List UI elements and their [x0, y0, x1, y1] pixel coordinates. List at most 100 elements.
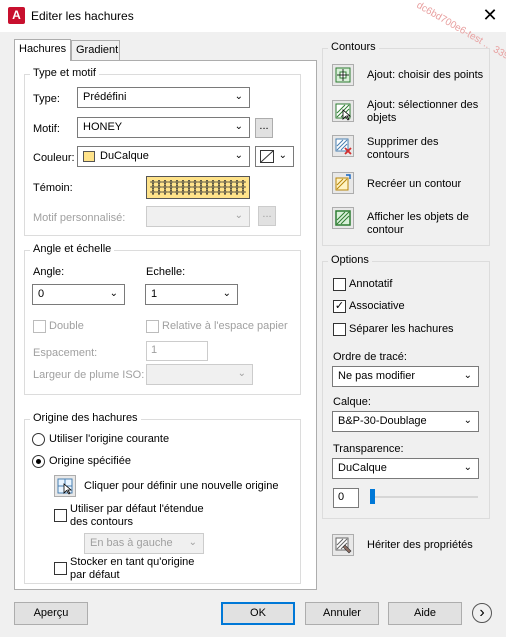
pattern-swatch[interactable]: [146, 176, 250, 199]
select-objects-icon: [335, 103, 352, 121]
ok-button[interactable]: OK: [221, 602, 295, 625]
annotatif-checkbox[interactable]: [333, 278, 346, 291]
ordre-value: Ne pas modifier: [338, 370, 416, 382]
motif-browse-button[interactable]: ...: [255, 118, 273, 138]
relative-checkbox[interactable]: [146, 320, 159, 333]
couleur-dropdown[interactable]: DuCalque ⌄: [77, 146, 250, 167]
tab-gradient[interactable]: Gradient: [71, 40, 120, 60]
echelle-dropdown[interactable]: 1 ⌄: [145, 284, 238, 305]
chevron-down-icon: ⌄: [234, 121, 243, 132]
afficher-label-1: Afficher les objets de: [367, 211, 469, 223]
separer-checkbox[interactable]: [333, 323, 346, 336]
position-dropdown[interactable]: En bas à gauche ⌄: [84, 533, 204, 554]
defaut-etendue-checkbox[interactable]: [54, 509, 67, 522]
angle-label: Angle:: [33, 266, 65, 278]
autocad-app-icon: A: [8, 7, 25, 24]
aide-button[interactable]: Aide: [388, 602, 462, 625]
associative-checkbox[interactable]: ✓: [333, 300, 346, 313]
stocker-label-1: Stocker en tant qu'origine: [70, 556, 195, 568]
inherit-properties-icon: [335, 537, 352, 554]
type-value: Prédéfini: [83, 91, 127, 103]
calque-label: Calque:: [333, 396, 371, 408]
motif-perso-dropdown[interactable]: ⌄: [146, 206, 250, 227]
contours-legend: Contours: [328, 41, 379, 53]
motif-label: Motif:: [33, 123, 60, 135]
annotatif-label: Annotatif: [349, 278, 393, 290]
calque-dropdown[interactable]: B&P-30-Doublage ⌄: [332, 411, 479, 432]
chevron-down-icon: ⌄: [463, 462, 472, 473]
echelle-label: Echelle:: [146, 266, 186, 278]
angle-echelle-legend: Angle et échelle: [30, 243, 115, 255]
click-origin-button[interactable]: [54, 475, 76, 497]
type-dropdown[interactable]: Prédéfini ⌄: [77, 87, 250, 108]
afficher-label-2: contour: [367, 224, 404, 236]
couleur-label: Couleur:: [33, 152, 75, 164]
transparence-number-field[interactable]: 0: [333, 488, 359, 508]
tab-hachures[interactable]: Hachures: [14, 39, 71, 61]
close-icon[interactable]: ✕: [480, 4, 500, 26]
show-boundary-objects-icon: [335, 210, 351, 226]
transparence-slider-track[interactable]: [370, 496, 478, 498]
associative-label: Associative: [349, 300, 405, 312]
espacement-field[interactable]: 1: [146, 341, 208, 361]
double-label: Double: [49, 320, 84, 332]
heriter-button[interactable]: [332, 534, 354, 556]
no-fill-icon: [260, 150, 274, 163]
afficher-objets-button[interactable]: [332, 207, 354, 229]
plume-dropdown[interactable]: ⌄: [146, 364, 253, 385]
chevron-down-icon: ⌄: [188, 537, 197, 548]
ordre-dropdown[interactable]: Ne pas modifier ⌄: [332, 366, 479, 387]
ajout-points-button[interactable]: [332, 64, 354, 86]
heriter-label: Hériter des propriétés: [367, 539, 473, 551]
couleur-value: DuCalque: [100, 150, 149, 162]
relative-label: Relative à l'espace papier: [162, 320, 288, 332]
type-motif-legend: Type et motif: [30, 67, 99, 79]
separer-label: Séparer les hachures: [349, 323, 454, 335]
calque-value: B&P-30-Doublage: [338, 415, 427, 427]
options-legend: Options: [328, 254, 372, 266]
chevron-down-icon: ⌄: [234, 210, 243, 221]
origine-specifiee-label: Origine spécifiée: [49, 455, 131, 467]
supprimer-label-2: contours: [367, 149, 410, 161]
stocker-checkbox[interactable]: [54, 562, 67, 575]
defaut-etendue-label-1: Utiliser par défaut l'étendue: [70, 503, 204, 515]
ajout-objets-button[interactable]: [332, 100, 354, 122]
motif-perso-browse-button[interactable]: ...: [258, 206, 276, 226]
chevron-down-icon: ⌄: [234, 150, 243, 161]
plume-label: Largeur de plume ISO:: [33, 369, 145, 381]
transparence-label: Transparence:: [333, 443, 404, 455]
background-color-dropdown[interactable]: ⌄: [255, 146, 294, 167]
ajout-points-label: Ajout: choisir des points: [367, 69, 484, 81]
chevron-down-icon: ⌄: [237, 368, 246, 379]
annuler-button[interactable]: Annuler: [305, 602, 379, 625]
chevron-down-icon: ⌄: [278, 150, 287, 161]
recreate-boundary-icon: [335, 174, 351, 191]
chevron-down-icon: ⌄: [222, 288, 231, 299]
double-checkbox[interactable]: [33, 320, 46, 333]
color-swatch: [83, 151, 95, 162]
click-origin-label: Cliquer pour définir une nouvelle origin…: [84, 480, 279, 492]
origine-specifiee-radio[interactable]: [32, 455, 45, 468]
pick-points-icon: [335, 67, 351, 83]
motif-dropdown[interactable]: HONEY ⌄: [77, 117, 250, 138]
supprimer-contours-button[interactable]: [332, 135, 354, 157]
espacement-label: Espacement:: [33, 347, 98, 359]
origine-courante-label: Utiliser l'origine courante: [49, 433, 170, 445]
chevron-down-icon: ⌄: [234, 91, 243, 102]
honey-pattern-preview: [150, 180, 246, 195]
remove-boundaries-icon: [335, 138, 352, 155]
type-label: Type:: [33, 93, 60, 105]
position-value: En bas à gauche: [90, 537, 173, 549]
motif-perso-label: Motif personnalisé:: [33, 212, 126, 224]
ordre-label: Ordre de tracé:: [333, 351, 407, 363]
more-options-button[interactable]: ›: [472, 603, 492, 623]
transparence-dropdown[interactable]: DuCalque ⌄: [332, 458, 479, 479]
origine-courante-radio[interactable]: [32, 433, 45, 446]
temoin-label: Témoin:: [33, 182, 73, 194]
pick-origin-icon: [57, 478, 73, 495]
recreer-contour-button[interactable]: [332, 172, 354, 194]
transparence-slider-thumb[interactable]: [370, 489, 375, 504]
apercu-button[interactable]: Aperçu: [14, 602, 88, 625]
echelle-value: 1: [151, 288, 158, 300]
angle-dropdown[interactable]: 0 ⌄: [32, 284, 125, 305]
